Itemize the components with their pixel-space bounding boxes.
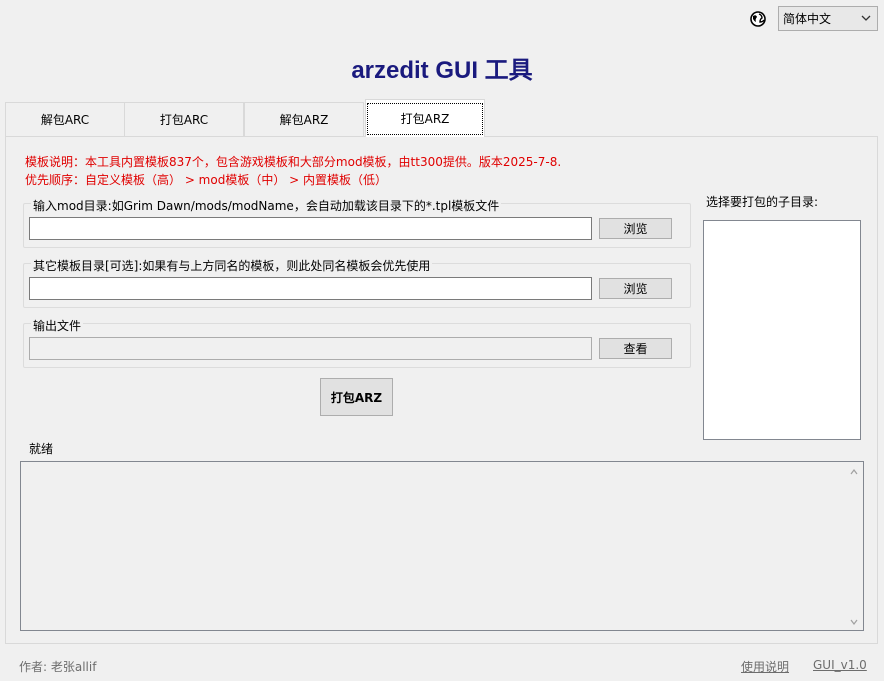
tab-pack-arz[interactable]: 打包ARZ xyxy=(365,99,485,137)
language-select[interactable]: 简体中文 xyxy=(778,6,878,31)
tab-unpack-arc[interactable]: 解包ARC xyxy=(5,102,125,136)
template-dir-label: 其它模板目录[可选]:如果有与上方同名的模板，则此处同名模板会优先使用 xyxy=(31,257,433,274)
template-dir-field[interactable] xyxy=(29,277,592,300)
subdir-list[interactable] xyxy=(703,220,861,440)
output-file-field[interactable] xyxy=(29,337,592,360)
browse-input-button[interactable]: 浏览 xyxy=(599,218,672,239)
scroll-down-icon[interactable] xyxy=(849,616,859,626)
tab-label: 解包ARZ xyxy=(279,113,329,127)
version-link[interactable]: GUI_v1.0 xyxy=(813,658,867,672)
priority-note: 优先顺序：自定义模板（高） > mod模板（中） > 内置模板（低） xyxy=(25,173,388,187)
tab-label: 打包ARC xyxy=(159,113,209,127)
status-text: 就绪 xyxy=(29,442,54,456)
template-note: 模板说明：本工具内置模板837个，包含游戏模板和大部分mod模板，由tt300提… xyxy=(25,155,562,169)
input-mod-dir-field[interactable] xyxy=(29,217,592,240)
globe-icon xyxy=(749,10,767,28)
input-mod-dir-label: 输入mod目录:如Grim Dawn/mods/modName，会自动加载该目录… xyxy=(31,197,502,214)
log-textarea[interactable] xyxy=(20,461,864,631)
subdir-label: 选择要打包的子目录: xyxy=(706,195,819,209)
scroll-up-icon[interactable] xyxy=(849,466,859,476)
pack-arz-button[interactable]: 打包ARZ xyxy=(320,378,393,416)
tab-label: 解包ARC xyxy=(40,113,90,127)
chevron-down-icon xyxy=(860,12,872,24)
tab-label: 打包ARZ xyxy=(400,112,450,126)
app-title: arzedit GUI 工具 xyxy=(351,57,533,84)
author-text: 作者: 老张allif xyxy=(19,660,97,674)
help-link[interactable]: 使用说明 xyxy=(741,658,789,675)
language-select-value: 简体中文 xyxy=(783,12,832,26)
output-file-label: 输出文件 xyxy=(31,317,84,334)
tab-pack-arc[interactable]: 打包ARC xyxy=(124,102,244,136)
view-output-button[interactable]: 查看 xyxy=(599,338,672,359)
browse-template-button[interactable]: 浏览 xyxy=(599,278,672,299)
tab-unpack-arz[interactable]: 解包ARZ xyxy=(244,102,364,136)
